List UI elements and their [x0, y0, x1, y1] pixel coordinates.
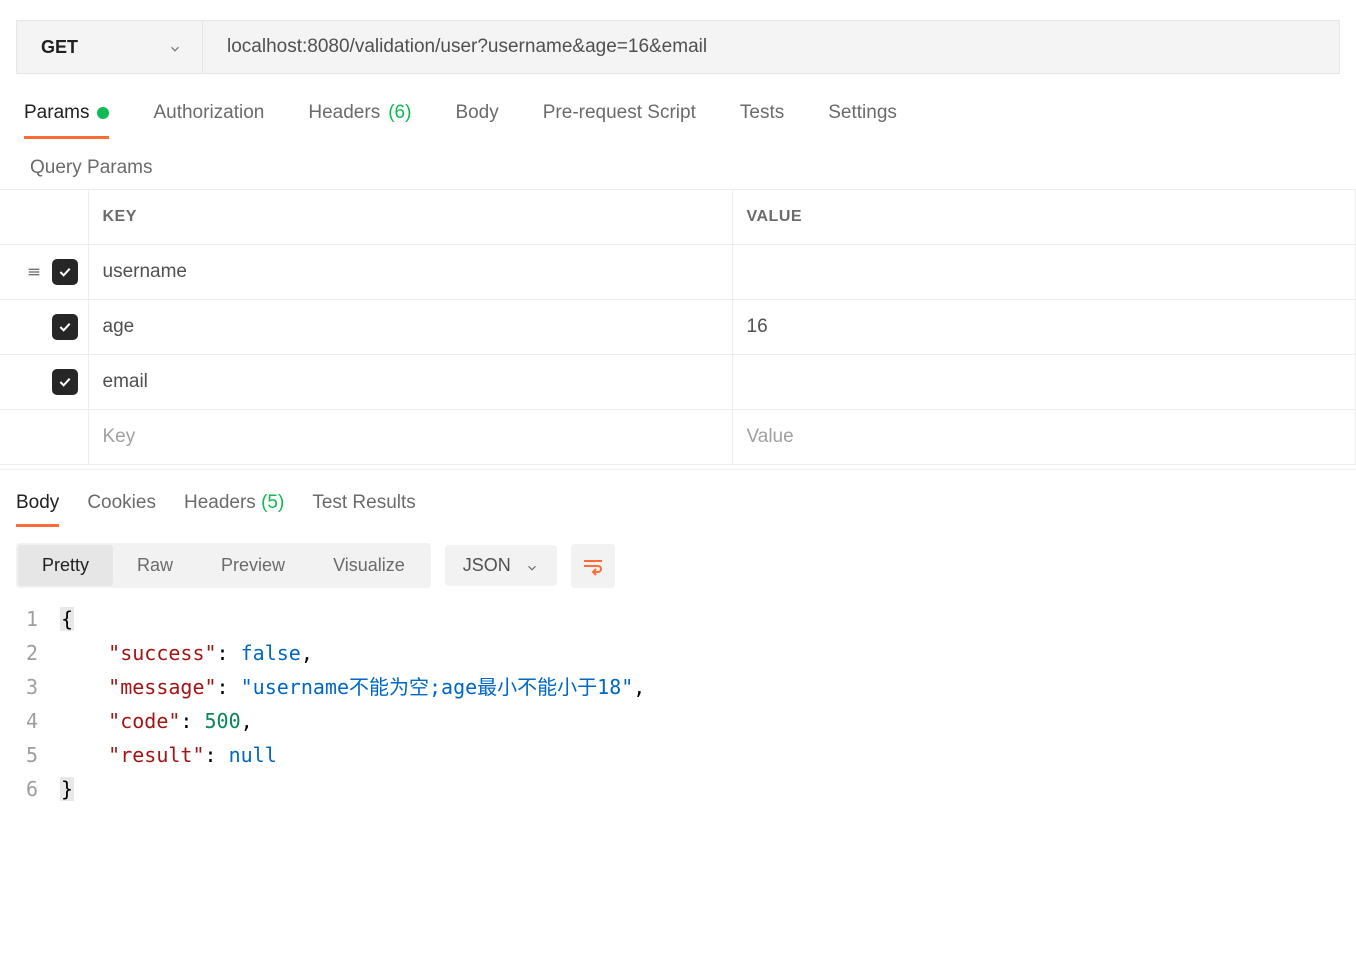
table-row-new [0, 410, 1356, 465]
param-key-input[interactable] [103, 426, 718, 448]
http-method-label: GET [41, 37, 78, 58]
json-key: "result" [108, 743, 204, 767]
response-format-select[interactable]: JSON [445, 545, 557, 586]
resp-tab-headers[interactable]: Headers (5) [184, 492, 284, 527]
line-number: 1 [16, 602, 60, 636]
param-key-input[interactable] [103, 261, 718, 283]
json-key: "success" [108, 641, 216, 665]
param-value-input[interactable] [747, 426, 1342, 448]
line-number: 6 [16, 772, 60, 806]
wrap-icon [581, 554, 605, 578]
request-url-bar: GET [16, 20, 1340, 74]
line-number: 4 [16, 704, 60, 738]
tab-headers-label: Headers [308, 102, 380, 124]
table-row [0, 300, 1356, 355]
chevron-down-icon [168, 40, 182, 54]
tab-body[interactable]: Body [455, 102, 498, 139]
col-handle [0, 190, 88, 245]
line-number: 3 [16, 670, 60, 704]
tab-authorization[interactable]: Authorization [153, 102, 264, 139]
resp-tab-body[interactable]: Body [16, 492, 59, 527]
resp-tab-cookies[interactable]: Cookies [87, 492, 156, 527]
view-visualize[interactable]: Visualize [309, 545, 429, 586]
query-params-table: KEY VALUE [0, 189, 1356, 465]
json-number: 500 [205, 709, 241, 733]
response-tabs: Body Cookies Headers (5) Test Results [0, 469, 1356, 527]
json-bool: false [241, 641, 301, 665]
params-active-dot-icon [97, 107, 109, 119]
http-method-select[interactable]: GET [17, 21, 203, 73]
wrap-lines-button[interactable] [571, 544, 615, 588]
resp-headers-count: (5) [261, 492, 284, 513]
view-mode-group: Pretty Raw Preview Visualize [16, 543, 431, 588]
response-toolbar: Pretty Raw Preview Visualize JSON [0, 527, 1356, 596]
col-key-header: KEY [88, 190, 732, 245]
response-body[interactable]: 1 { 2 "success": false, 3 "message": "us… [0, 596, 1356, 826]
json-key: "code" [108, 709, 180, 733]
table-row [0, 245, 1356, 300]
param-value-input[interactable] [747, 316, 1342, 338]
param-key-input[interactable] [103, 371, 718, 393]
row-enable-checkbox[interactable] [52, 314, 78, 340]
row-enable-checkbox[interactable] [52, 369, 78, 395]
param-value-input[interactable] [747, 371, 1342, 393]
resp-headers-label: Headers [184, 492, 256, 513]
query-params-heading: Query Params [0, 139, 1356, 189]
json-string: "username不能为空;age最小不能小于18" [241, 675, 634, 699]
request-url-input[interactable] [203, 21, 1339, 73]
json-brace: { [60, 607, 74, 631]
drag-handle-icon[interactable] [26, 264, 42, 280]
view-pretty[interactable]: Pretty [18, 545, 113, 586]
view-raw[interactable]: Raw [113, 545, 197, 586]
col-value-header: VALUE [732, 190, 1356, 245]
json-key: "message" [108, 675, 216, 699]
param-key-input[interactable] [103, 316, 718, 338]
param-value-input[interactable] [747, 261, 1342, 283]
json-null: null [229, 743, 277, 767]
line-number: 2 [16, 636, 60, 670]
tab-prerequest[interactable]: Pre-request Script [543, 102, 696, 139]
request-tabs: Params Authorization Headers (6) Body Pr… [0, 74, 1356, 139]
tab-headers[interactable]: Headers (6) [308, 102, 411, 139]
tab-tests[interactable]: Tests [740, 102, 784, 139]
line-number: 5 [16, 738, 60, 772]
row-enable-checkbox[interactable] [52, 259, 78, 285]
format-label: JSON [463, 555, 511, 576]
tab-params-label: Params [24, 102, 89, 124]
headers-count: (6) [388, 102, 411, 124]
table-row [0, 355, 1356, 410]
tab-settings[interactable]: Settings [828, 102, 897, 139]
chevron-down-icon [525, 559, 539, 573]
view-preview[interactable]: Preview [197, 545, 309, 586]
resp-tab-testresults[interactable]: Test Results [312, 492, 415, 527]
json-brace: } [60, 777, 74, 801]
tab-params[interactable]: Params [24, 102, 109, 139]
